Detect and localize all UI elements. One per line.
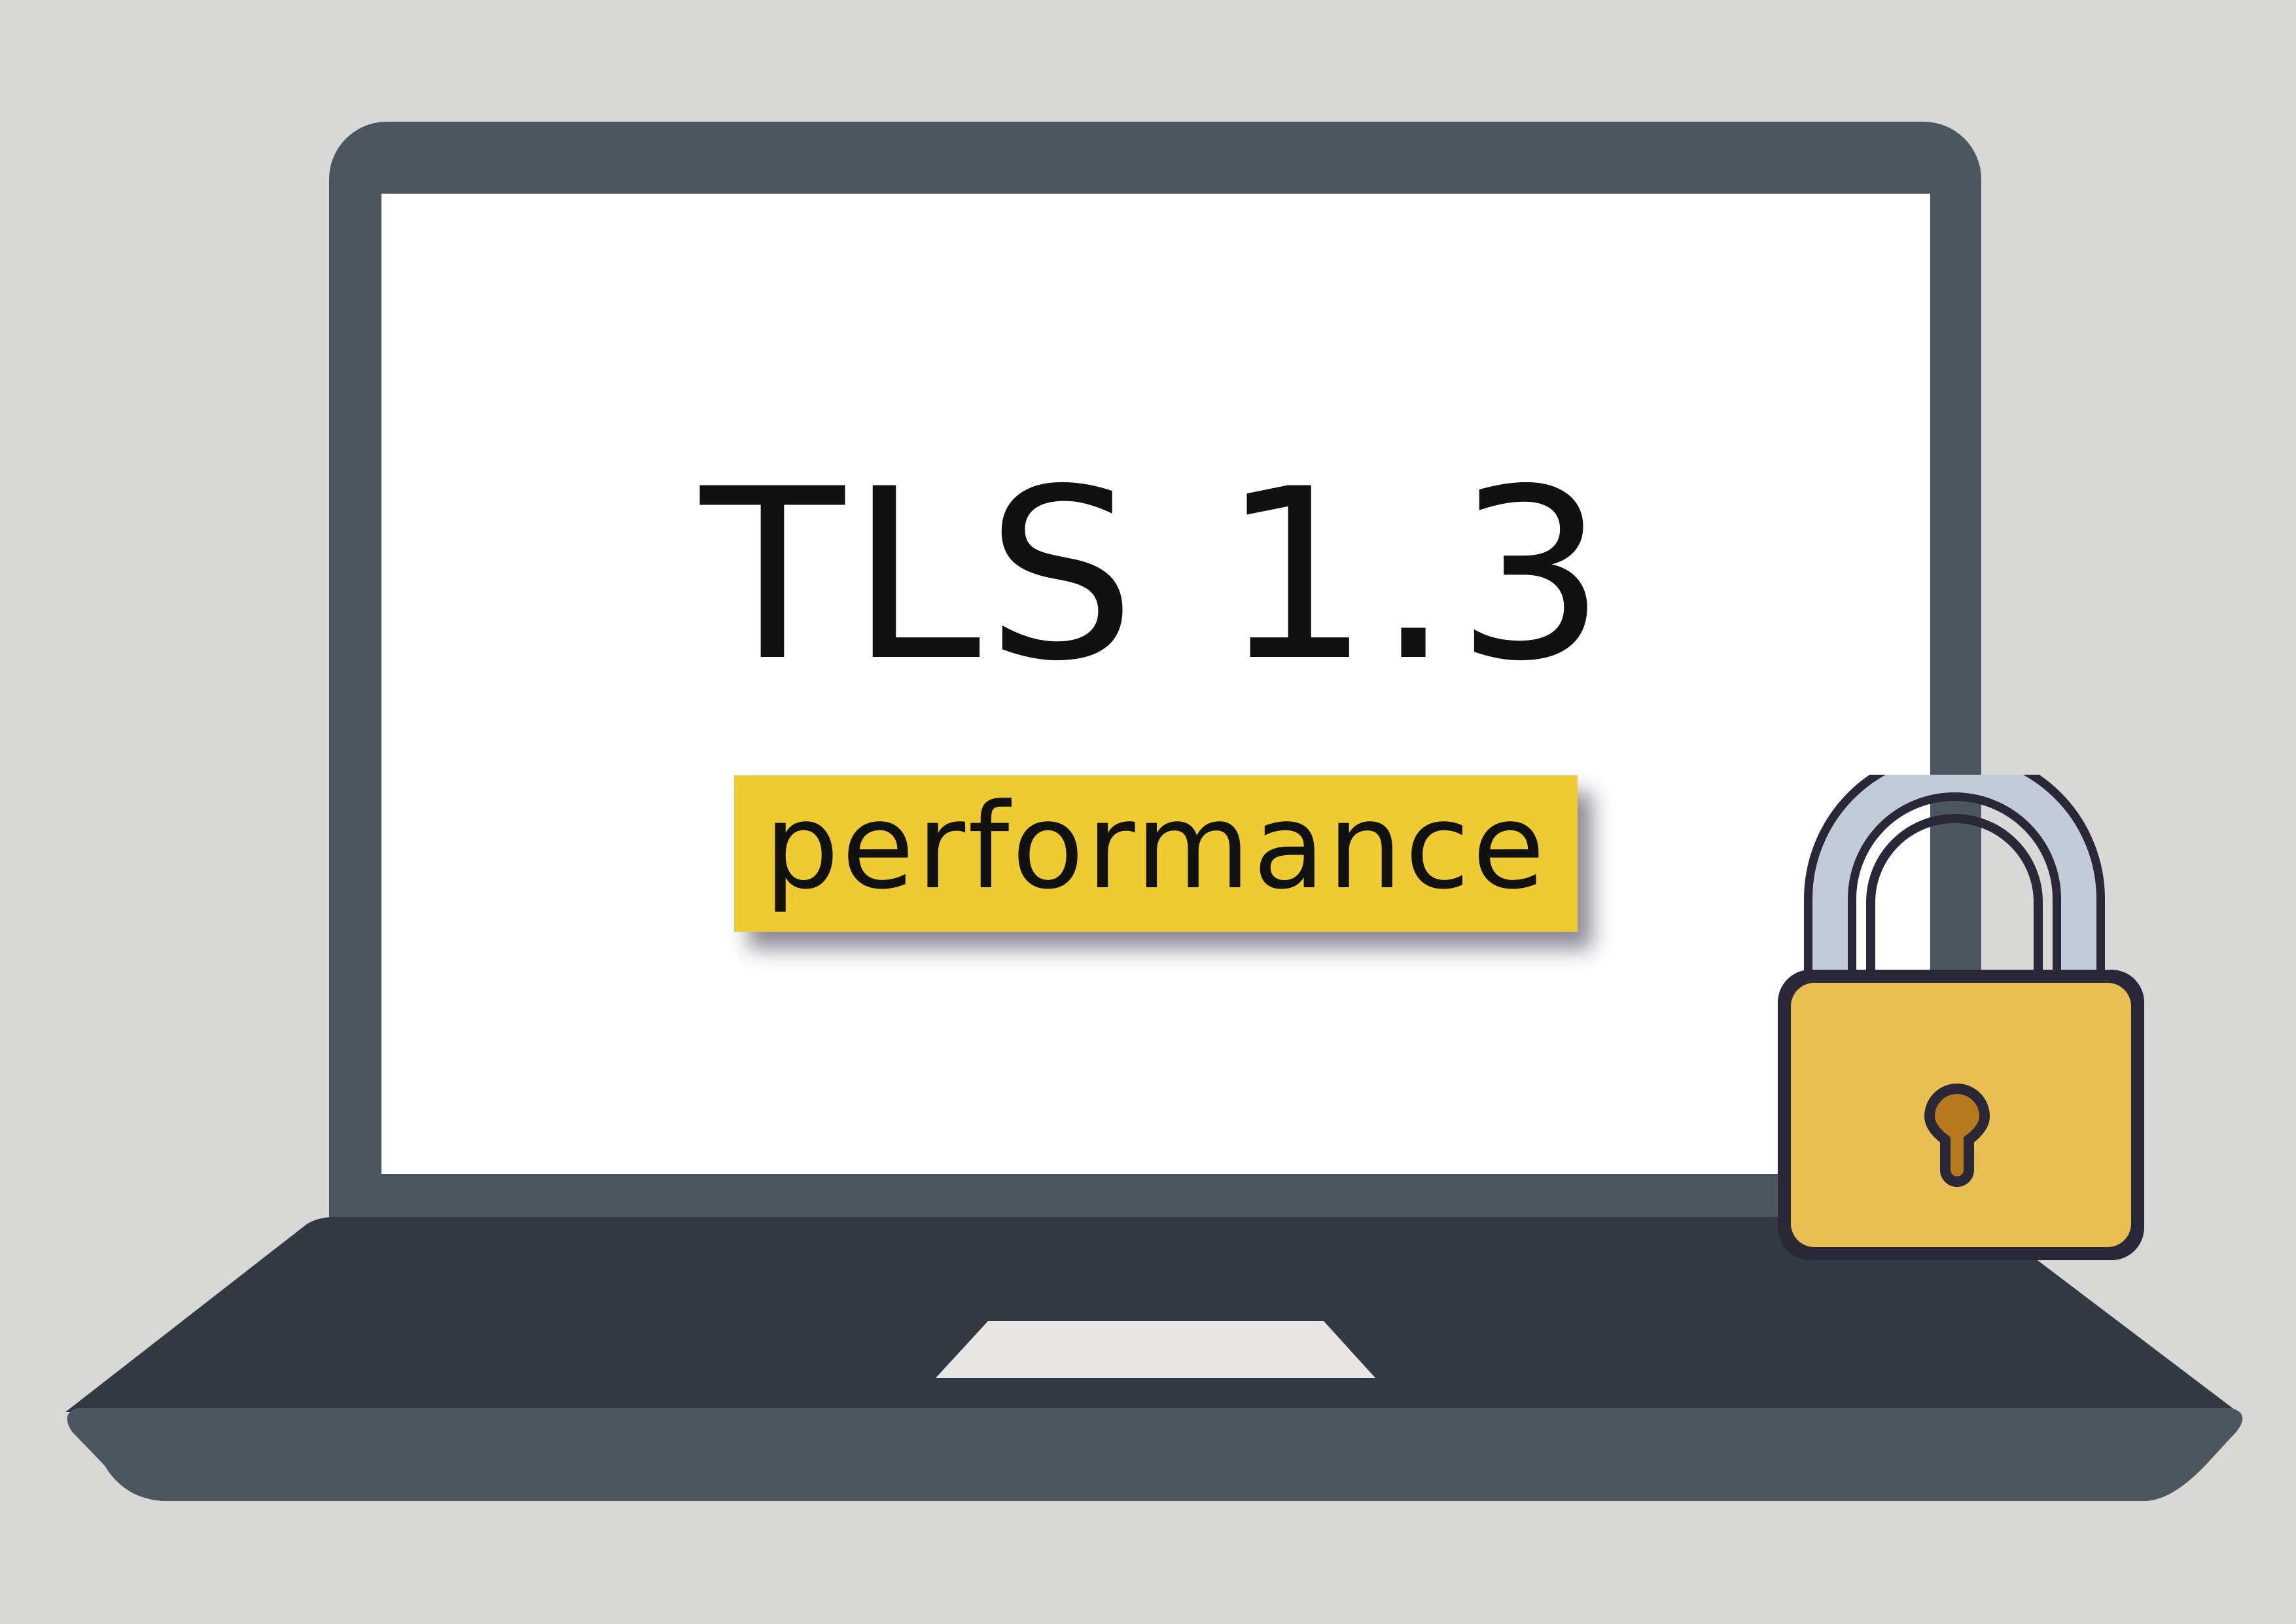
performance-tag: performance: [734, 775, 1578, 932]
headline: TLS 1.3: [700, 438, 1612, 713]
laptop-scene: TLS 1.3 performance: [0, 0, 2296, 1624]
padlock-icon: [1778, 775, 2144, 1260]
performance-tag-label: performance: [764, 778, 1547, 915]
